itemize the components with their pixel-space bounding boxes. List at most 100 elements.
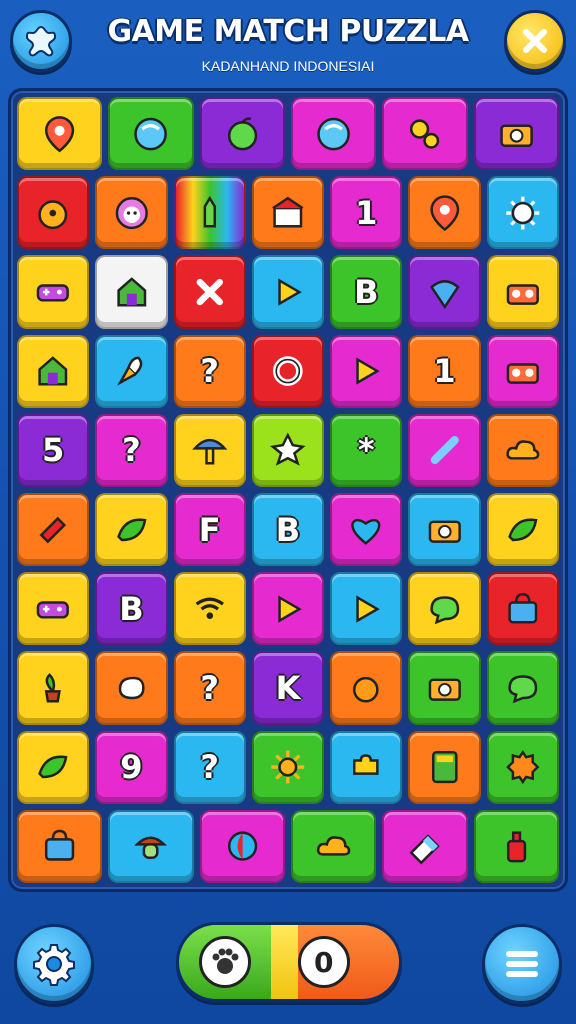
tile-r10-c4[interactable] bbox=[291, 809, 377, 883]
tile-r3-c1[interactable] bbox=[17, 255, 90, 329]
camera-icon bbox=[410, 653, 478, 722]
tile-r5-c2[interactable]: ? bbox=[95, 413, 168, 487]
question-icon: ? bbox=[200, 352, 219, 391]
tile-r1-c3[interactable] bbox=[199, 97, 285, 171]
stone-icon bbox=[97, 653, 165, 722]
tile-r1-c6[interactable] bbox=[473, 97, 559, 171]
tile-r9-c4[interactable] bbox=[251, 730, 325, 804]
orange-monster-icon bbox=[19, 178, 87, 247]
tile-r2-c1[interactable] bbox=[17, 176, 90, 250]
tile-r9-c3[interactable]: ? bbox=[173, 730, 246, 804]
letter-icon: B bbox=[119, 589, 144, 628]
tile-r9-c1[interactable] bbox=[17, 730, 90, 804]
cloud-icon bbox=[489, 416, 557, 485]
tile-r1-c5[interactable] bbox=[382, 97, 468, 171]
blue-ball-icon bbox=[293, 99, 374, 168]
tile-r4-c1[interactable] bbox=[17, 334, 90, 408]
tile-r6-c4[interactable]: B bbox=[251, 493, 325, 567]
tile-r10-c3[interactable] bbox=[199, 809, 285, 883]
tile-r6-c1[interactable] bbox=[17, 493, 90, 567]
tile-r4-c3[interactable]: ? bbox=[173, 334, 246, 408]
tile-r6-c3[interactable]: F bbox=[173, 493, 246, 567]
tile-r9-c6[interactable] bbox=[408, 730, 481, 804]
tile-r4-c5[interactable] bbox=[330, 334, 403, 408]
tile-r8-c7[interactable] bbox=[486, 651, 559, 725]
tile-r7-c7[interactable] bbox=[486, 572, 559, 646]
tile-r6-c5[interactable] bbox=[330, 493, 403, 567]
flower-face-icon bbox=[97, 178, 165, 247]
camera-icon bbox=[410, 495, 478, 564]
location-pin-icon bbox=[410, 178, 478, 247]
tile-r8-c6[interactable] bbox=[408, 651, 481, 725]
leaf-icon bbox=[489, 495, 557, 564]
tile-r9-c7[interactable] bbox=[486, 730, 559, 804]
tile-r5-c5[interactable]: * bbox=[330, 413, 403, 487]
tile-r2-c4[interactable] bbox=[251, 176, 325, 250]
tile-r9-c2[interactable]: 9 bbox=[95, 730, 168, 804]
tile-r8-c2[interactable] bbox=[95, 651, 168, 725]
tile-r7-c4[interactable] bbox=[251, 572, 325, 646]
tile-r3-c6[interactable] bbox=[408, 255, 481, 329]
tile-r10-c5[interactable] bbox=[382, 809, 468, 883]
tile-r10-c6[interactable] bbox=[473, 809, 559, 883]
tile-r2-c2[interactable] bbox=[95, 176, 168, 250]
tile-r3-c7[interactable] bbox=[486, 255, 559, 329]
settings-button[interactable] bbox=[14, 924, 94, 1004]
tile-r5-c6[interactable] bbox=[408, 413, 481, 487]
tile-r4-c7[interactable] bbox=[486, 334, 559, 408]
tile-r8-c4[interactable]: K bbox=[251, 651, 325, 725]
tile-r4-c6[interactable]: 1 bbox=[408, 334, 481, 408]
tile-r7-c5[interactable] bbox=[330, 572, 403, 646]
tile-r10-c2[interactable] bbox=[108, 809, 194, 883]
tile-r1-c1[interactable] bbox=[17, 97, 103, 171]
play-icon bbox=[332, 337, 400, 406]
tile-r7-c3[interactable] bbox=[173, 572, 246, 646]
game-subtitle: KADANHAND INDONESIAI bbox=[201, 58, 375, 74]
tile-r8-c5[interactable] bbox=[330, 651, 403, 725]
star-puzzle-icon bbox=[25, 25, 57, 57]
tile-r1-c4[interactable] bbox=[291, 97, 377, 171]
mushroom-face-icon bbox=[110, 812, 191, 881]
tile-r4-c4[interactable] bbox=[251, 334, 325, 408]
paw-knob bbox=[199, 936, 252, 988]
bandage-icon bbox=[19, 495, 87, 564]
tile-r1-c2[interactable] bbox=[108, 97, 194, 171]
tile-r7-c2[interactable]: B bbox=[95, 572, 168, 646]
puzzle-star-icon bbox=[254, 416, 322, 485]
tile-r9-c5[interactable] bbox=[330, 730, 403, 804]
sun-icon bbox=[254, 733, 322, 802]
game-board: 1 B? 1 5? * F B B? K 9? bbox=[8, 88, 568, 892]
tile-r2-c7[interactable] bbox=[486, 176, 559, 250]
tile-r6-c2[interactable] bbox=[95, 493, 168, 567]
puzzle-piece-icon bbox=[332, 733, 400, 802]
tile-r4-c2[interactable] bbox=[95, 334, 168, 408]
tile-r3-c2[interactable] bbox=[95, 255, 168, 329]
tile-r10-c1[interactable] bbox=[17, 809, 103, 883]
mode-toggle[interactable]: 0 bbox=[176, 922, 402, 1002]
tile-r5-c7[interactable] bbox=[486, 413, 559, 487]
close-button[interactable] bbox=[504, 10, 566, 72]
tile-r5-c1[interactable]: 5 bbox=[17, 413, 90, 487]
tile-r5-c4[interactable] bbox=[251, 413, 325, 487]
tile-r6-c7[interactable] bbox=[486, 493, 559, 567]
close-icon bbox=[176, 257, 244, 326]
tile-r7-c6[interactable] bbox=[408, 572, 481, 646]
menu-button[interactable] bbox=[482, 924, 562, 1004]
tile-r3-c5[interactable]: B bbox=[330, 255, 403, 329]
tile-r8-c3[interactable]: ? bbox=[173, 651, 246, 725]
toggle-left-segment[interactable] bbox=[179, 925, 272, 999]
blue-ball-icon bbox=[110, 99, 191, 168]
tile-r2-c3[interactable] bbox=[173, 176, 246, 250]
play-icon bbox=[254, 257, 322, 326]
stick-icon bbox=[410, 416, 478, 485]
tile-r7-c1[interactable] bbox=[17, 572, 90, 646]
tile-r8-c1[interactable] bbox=[17, 651, 90, 725]
tile-r5-c3[interactable] bbox=[173, 413, 246, 487]
tile-r2-c5[interactable]: 1 bbox=[330, 176, 403, 250]
tile-r3-c4[interactable] bbox=[251, 255, 325, 329]
tile-r6-c6[interactable] bbox=[408, 493, 481, 567]
tile-r2-c6[interactable] bbox=[408, 176, 481, 250]
tile-r3-c3[interactable] bbox=[173, 255, 246, 329]
toggle-right-segment[interactable]: 0 bbox=[297, 925, 399, 999]
star-puzzle-button[interactable] bbox=[10, 10, 72, 72]
